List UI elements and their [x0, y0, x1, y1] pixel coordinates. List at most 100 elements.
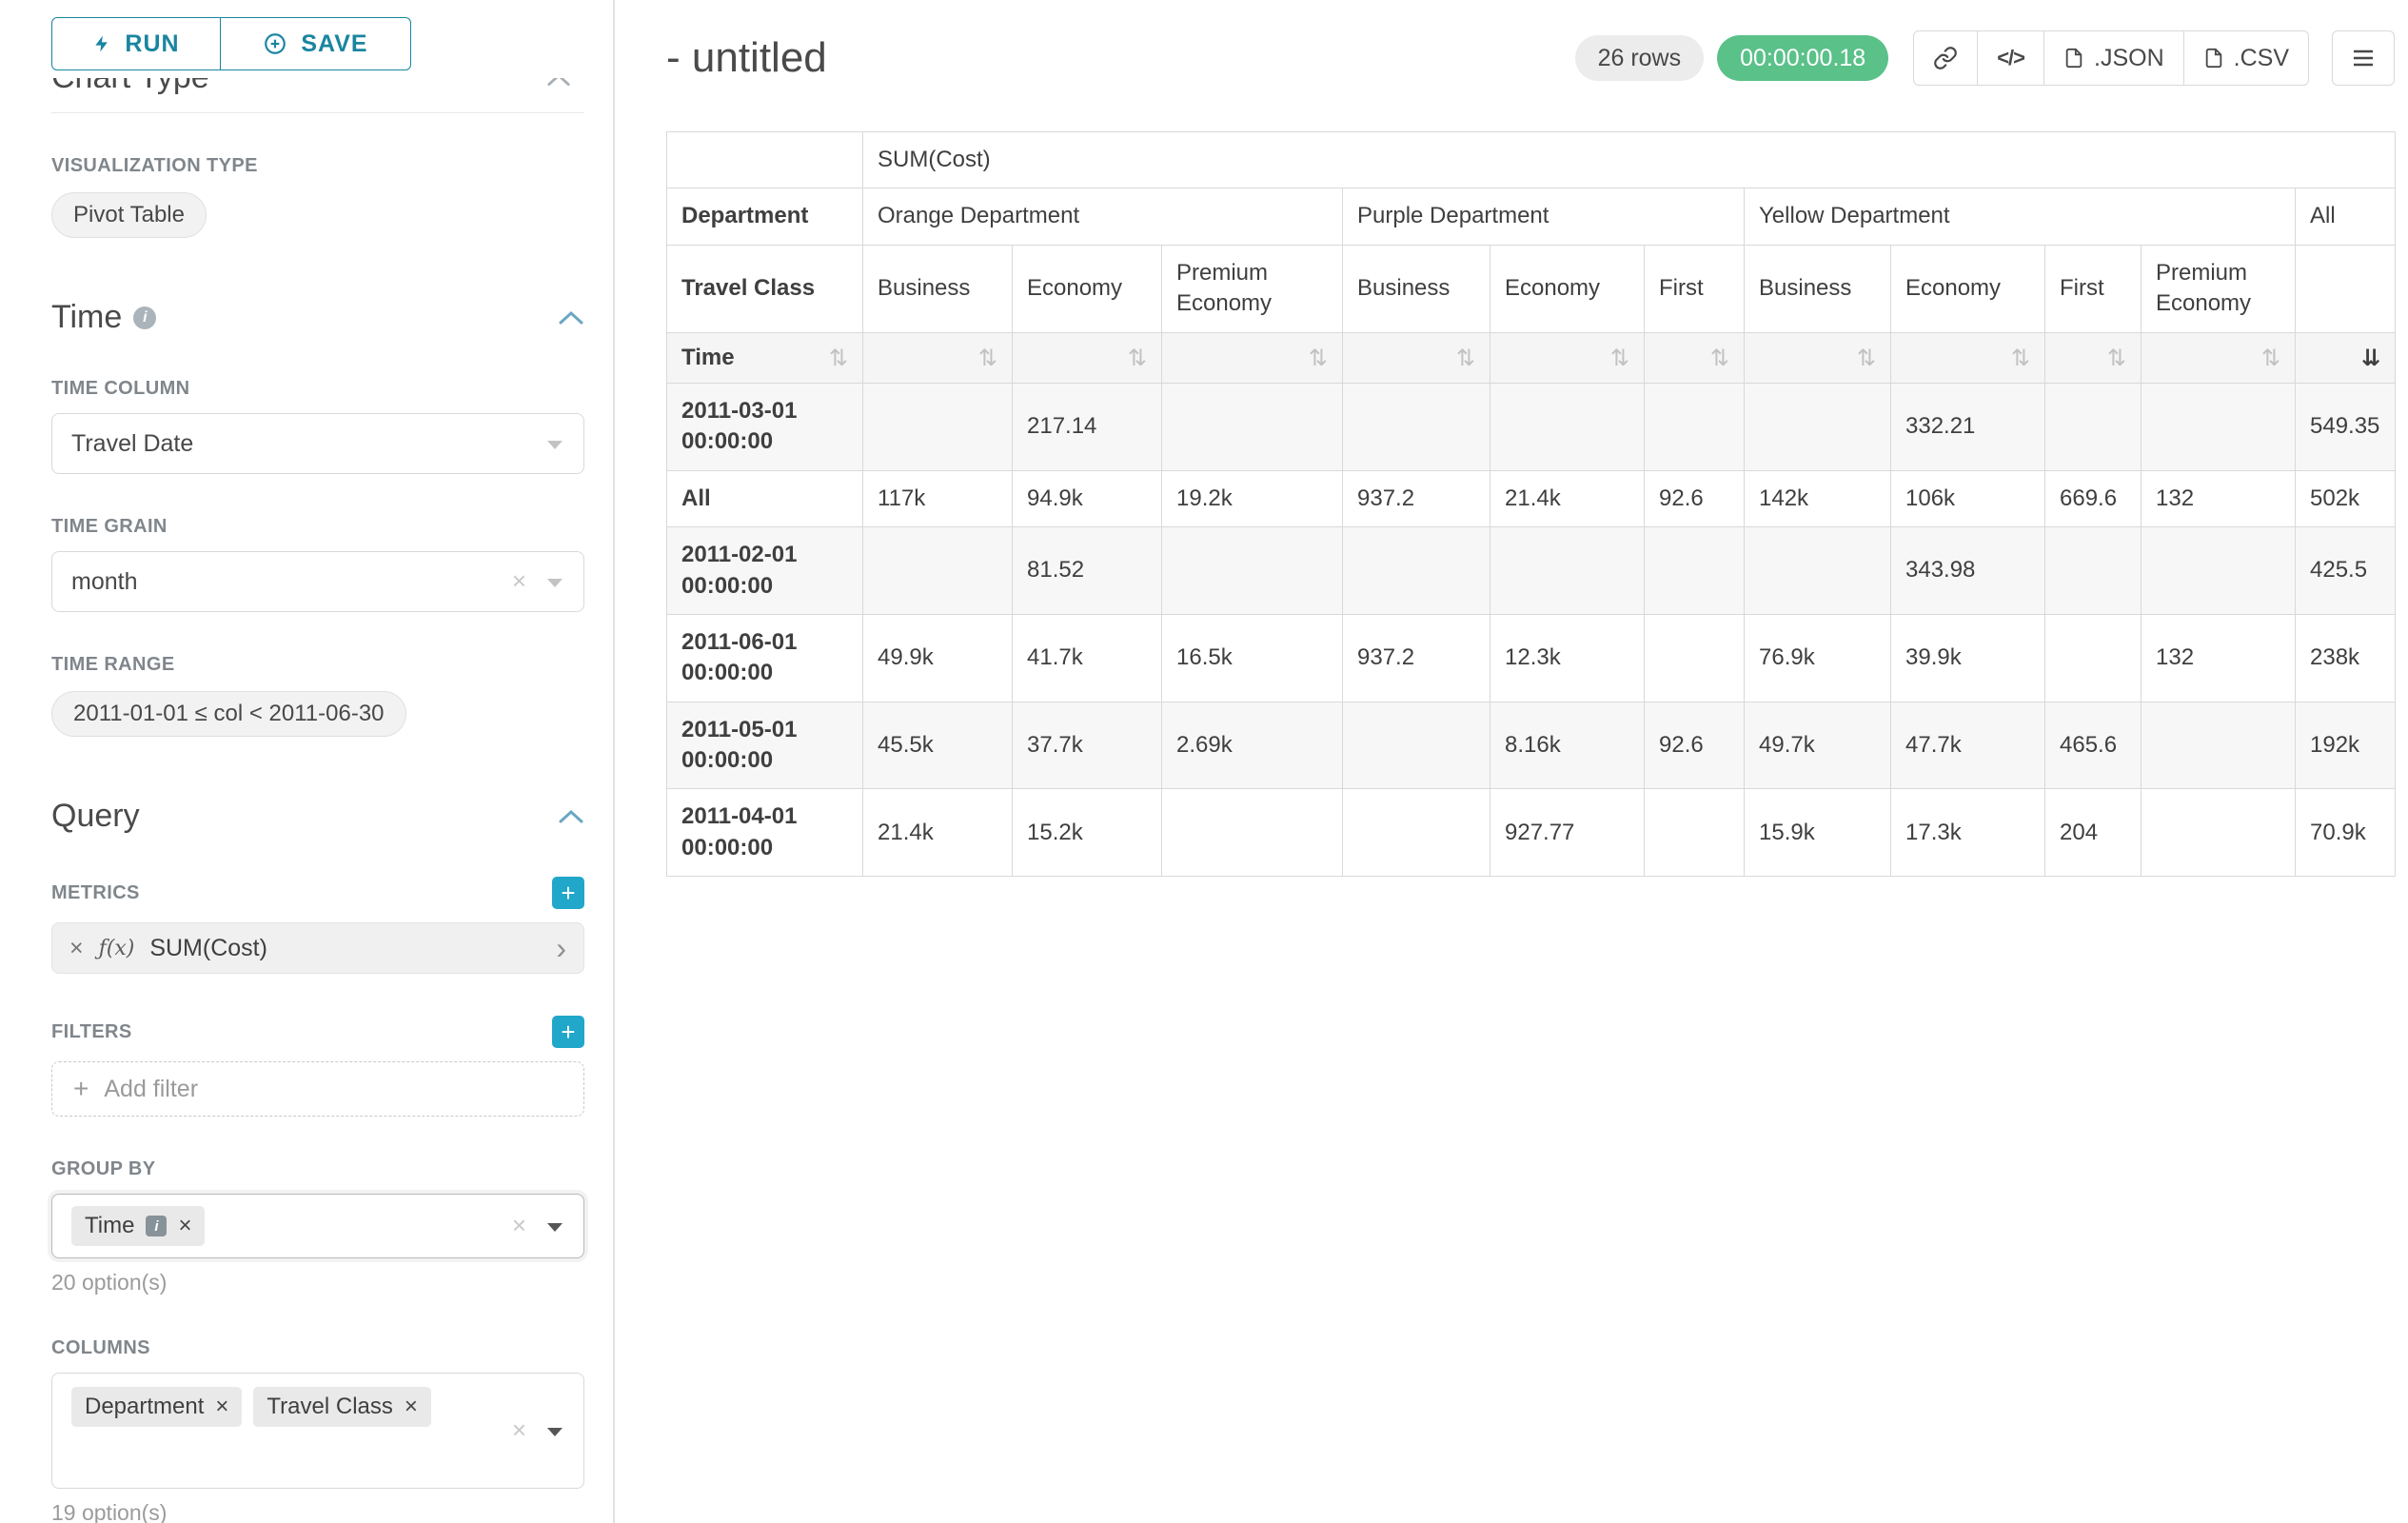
- add-filter-button[interactable]: + Add filter: [51, 1061, 584, 1117]
- columns-select[interactable]: Department×Travel Class× ×: [51, 1373, 584, 1489]
- select-token[interactable]: Travel Class×: [253, 1387, 430, 1427]
- section-header-query[interactable]: Query: [51, 798, 584, 835]
- metric-header-cell: SUM(Cost): [863, 132, 2396, 188]
- sort-icon[interactable]: ⇅: [2011, 346, 2030, 369]
- sort-icon[interactable]: ⇅: [1309, 346, 1328, 369]
- time-grain-value: month: [71, 568, 137, 596]
- value-cell: [1343, 527, 1490, 615]
- group-header-cell: Yellow Department: [1745, 188, 2296, 245]
- sort-icon[interactable]: ⇅: [829, 346, 848, 369]
- pivot-data-row: 2011-05-01 00:00:0045.5k37.7k2.69k8.16k9…: [667, 702, 2396, 789]
- value-cell: 343.98: [1891, 527, 2045, 615]
- save-label: SAVE: [301, 30, 367, 58]
- sort-icon[interactable]: ⇅: [2107, 346, 2126, 369]
- metric-chip[interactable]: × ƒ(x) SUM(Cost) ›: [51, 922, 584, 974]
- time-range-pill[interactable]: 2011-01-01 ≤ col < 2011-06-30: [51, 691, 406, 737]
- add-filter-plus-button[interactable]: +: [552, 1016, 584, 1048]
- value-cell: 192k: [2296, 702, 2396, 789]
- section-header-time[interactable]: Time i: [51, 299, 584, 336]
- token-label: Department: [85, 1394, 204, 1420]
- link-icon: [1933, 46, 1958, 70]
- sort-icon[interactable]: ⇅: [1857, 346, 1876, 369]
- csv-label: .CSV: [2234, 45, 2289, 72]
- copy-link-button[interactable]: [1913, 30, 1978, 86]
- time-grain-select[interactable]: month ×: [51, 551, 584, 612]
- export-json-button[interactable]: .JSON: [2043, 30, 2184, 86]
- row-label-cell: 2011-02-01 00:00:00: [667, 527, 863, 615]
- value-cell: 217.14: [1013, 383, 1162, 470]
- value-cell: 549.35: [2296, 383, 2396, 470]
- class-header-cell: Premium Economy: [1162, 245, 1343, 332]
- value-cell: 669.6: [2045, 470, 2142, 526]
- pivot-data-row: 2011-02-01 00:00:0081.52343.98425.5: [667, 527, 2396, 615]
- pivot-sort-cell: ⇅: [863, 332, 1013, 383]
- chevron-right-icon: ›: [556, 933, 566, 963]
- value-cell: [1490, 383, 1645, 470]
- value-cell: 19.2k: [1162, 470, 1343, 526]
- value-cell: 425.5: [2296, 527, 2396, 615]
- value-cell: 204: [2045, 789, 2142, 877]
- pivot-data-row: 2011-04-01 00:00:0021.4k15.2k927.7715.9k…: [667, 789, 2396, 877]
- menu-button[interactable]: [2332, 30, 2395, 86]
- class-header-cell: Business: [1343, 245, 1490, 332]
- file-icon: [2203, 47, 2224, 69]
- view-query-button[interactable]: </>: [1977, 30, 2044, 86]
- time-column-label: TIME COLUMN: [51, 378, 584, 400]
- remove-metric-icon[interactable]: ×: [69, 935, 84, 962]
- export-toolbar: </> .JSON .CSV: [1913, 30, 2309, 86]
- sort-icon[interactable]: ⇅: [2261, 346, 2280, 369]
- value-cell: 927.77: [1490, 789, 1645, 877]
- pivot-data-row: All117k94.9k19.2k937.221.4k92.6142k106k6…: [667, 470, 2396, 526]
- time-range-label: TIME RANGE: [51, 654, 584, 676]
- value-cell: 92.6: [1645, 702, 1745, 789]
- select-token[interactable]: Timei×: [71, 1206, 205, 1246]
- sort-icon[interactable]: ⇅: [978, 346, 997, 369]
- value-cell: 21.4k: [1490, 470, 1645, 526]
- select-token[interactable]: Department ×: [71, 1387, 242, 1427]
- value-cell: [1343, 702, 1490, 789]
- query-section-title: Query: [51, 798, 140, 835]
- add-metric-button[interactable]: +: [552, 877, 584, 909]
- section-header-chart-type[interactable]: Chart Type: [51, 78, 584, 107]
- time-column-select[interactable]: Travel Date: [51, 413, 584, 474]
- value-cell: [1162, 527, 1343, 615]
- run-button[interactable]: RUN: [51, 17, 221, 70]
- chevron-up-icon[interactable]: [558, 310, 584, 326]
- group-by-tokens: Timei×: [71, 1206, 205, 1246]
- sort-icon[interactable]: ⇊: [2361, 346, 2380, 369]
- remove-token-icon[interactable]: ×: [215, 1395, 228, 1418]
- sort-icon[interactable]: ⇅: [1128, 346, 1147, 369]
- chart-header: - untitled 26 rows 00:00:00.18 </>: [666, 30, 2395, 86]
- clear-icon[interactable]: ×: [512, 1415, 526, 1445]
- value-cell: 49.7k: [1745, 702, 1891, 789]
- remove-token-icon[interactable]: ×: [405, 1395, 418, 1418]
- remove-token-icon[interactable]: ×: [178, 1215, 191, 1237]
- viz-type-pill[interactable]: Pivot Table: [51, 192, 207, 238]
- metrics-label: METRICS +: [51, 877, 584, 909]
- value-cell: 238k: [2296, 614, 2396, 702]
- sort-icon[interactable]: ⇅: [1456, 346, 1475, 369]
- clear-icon[interactable]: ×: [512, 566, 526, 596]
- time-grain-label: TIME GRAIN: [51, 516, 584, 538]
- value-cell: 12.3k: [1490, 614, 1645, 702]
- value-cell: 117k: [863, 470, 1013, 526]
- value-cell: [2045, 383, 2142, 470]
- value-cell: [2142, 789, 2296, 877]
- group-by-select[interactable]: Timei× ×: [51, 1194, 584, 1258]
- travel-class-header-cell: Travel Class: [667, 245, 863, 332]
- export-csv-button[interactable]: .CSV: [2183, 30, 2309, 86]
- pivot-sort-cell: ⇅: [2045, 332, 2142, 383]
- chevron-up-icon[interactable]: [558, 809, 584, 824]
- chart-title: - untitled: [666, 34, 827, 82]
- value-cell: [1745, 527, 1891, 615]
- sort-icon[interactable]: ⇅: [1710, 346, 1729, 369]
- pivot-sort-cell: ⇅: [1745, 332, 1891, 383]
- save-button[interactable]: SAVE: [221, 17, 411, 70]
- sort-icon[interactable]: ⇅: [1610, 346, 1629, 369]
- pivot-table: SUM(Cost)DepartmentOrange DepartmentPurp…: [666, 131, 2396, 877]
- value-cell: [1343, 789, 1490, 877]
- pivot-table-container: SUM(Cost)DepartmentOrange DepartmentPurp…: [666, 131, 2395, 877]
- clear-icon[interactable]: ×: [512, 1211, 526, 1240]
- value-cell: [2142, 702, 2296, 789]
- value-cell: 937.2: [1343, 470, 1490, 526]
